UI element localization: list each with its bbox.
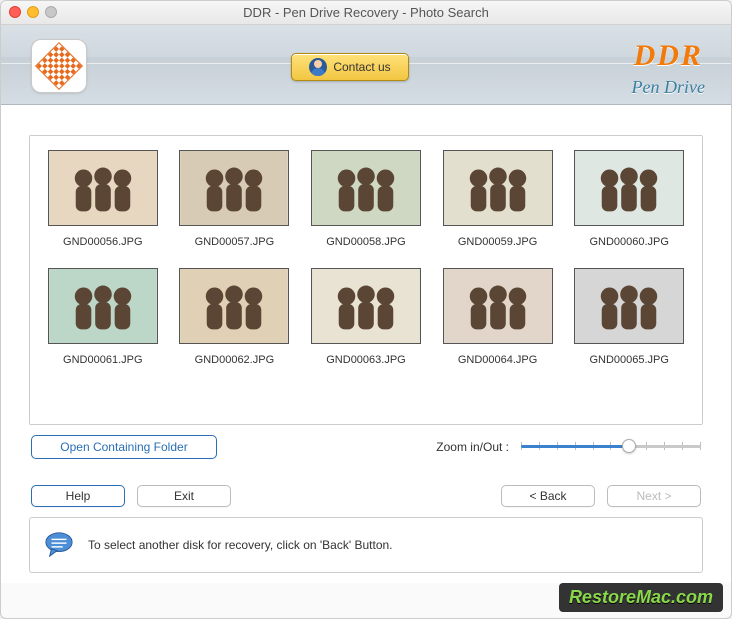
help-button[interactable]: Help [31, 485, 125, 507]
hint-box: To select another disk for recovery, cli… [29, 517, 703, 573]
slider-fill [521, 445, 629, 448]
thumbnail-filename: GND00058.JPG [326, 236, 405, 248]
titlebar: DDR - Pen Drive Recovery - Photo Search [1, 1, 731, 25]
thumbnail-item[interactable]: GND00059.JPG [439, 150, 557, 262]
brand-title: DDR [632, 41, 705, 71]
brand-subtitle: Pen Drive [632, 77, 705, 98]
thumbnail-image[interactable] [443, 268, 553, 344]
thumbnail-filename: GND00057.JPG [195, 236, 274, 248]
thumbnail-item[interactable]: GND00060.JPG [570, 150, 688, 262]
thumbnail-filename: GND00064.JPG [458, 354, 537, 366]
thumbnail-item[interactable]: GND00058.JPG [307, 150, 425, 262]
window-title: DDR - Pen Drive Recovery - Photo Search [243, 5, 489, 20]
thumbnail-image[interactable] [574, 150, 684, 226]
thumbnail-filename: GND00056.JPG [63, 236, 142, 248]
app-logo [31, 39, 87, 93]
thumbnail-filename: GND00062.JPG [195, 354, 274, 366]
minimize-icon[interactable] [27, 6, 39, 18]
back-button[interactable]: < Back [501, 485, 595, 507]
brand-block: DDR Pen Drive [632, 41, 705, 98]
next-button: Next > [607, 485, 701, 507]
open-containing-folder-button[interactable]: Open Containing Folder [31, 435, 217, 459]
content-area: GND00056.JPG GND00057.JPG GND00058.JPG G… [1, 105, 731, 583]
app-window: DDR - Pen Drive Recovery - Photo Search … [0, 0, 732, 619]
help-label: Help [66, 489, 91, 503]
header-band: Contact us DDR Pen Drive [1, 25, 731, 105]
hint-text: To select another disk for recovery, cli… [88, 538, 393, 552]
contact-us-label: Contact us [333, 60, 390, 74]
zoom-row: Open Containing Folder Zoom in/Out : [29, 435, 703, 459]
thumbnail-filename: GND00061.JPG [63, 354, 142, 366]
exit-button[interactable]: Exit [137, 485, 231, 507]
thumbnail-image[interactable] [179, 268, 289, 344]
person-icon [309, 58, 327, 76]
thumbnail-filename: GND00063.JPG [326, 354, 405, 366]
thumbnail-item[interactable]: GND00057.JPG [176, 150, 294, 262]
thumbnail-filename: GND00060.JPG [589, 236, 668, 248]
thumbnail-image[interactable] [443, 150, 553, 226]
nav-button-row: Help Exit < Back Next > [29, 485, 703, 507]
close-icon[interactable] [9, 6, 21, 18]
contact-us-button[interactable]: Contact us [291, 53, 409, 81]
thumbnail-item[interactable]: GND00065.JPG [570, 268, 688, 380]
thumbnail-item[interactable]: GND00064.JPG [439, 268, 557, 380]
exit-label: Exit [174, 489, 194, 503]
watermark: RestoreMac.com [559, 583, 723, 612]
zoom-slider[interactable] [521, 439, 701, 455]
maximize-icon[interactable] [45, 6, 57, 18]
thumbnail-item[interactable]: GND00062.JPG [176, 268, 294, 380]
back-label: < Back [529, 489, 566, 503]
thumbnail-image[interactable] [311, 268, 421, 344]
thumbnail-item[interactable]: GND00063.JPG [307, 268, 425, 380]
thumbnail-image[interactable] [574, 268, 684, 344]
open-folder-label: Open Containing Folder [60, 440, 187, 454]
thumbnail-image[interactable] [179, 150, 289, 226]
thumbnail-grid: GND00056.JPG GND00057.JPG GND00058.JPG G… [44, 150, 688, 380]
thumbnail-filename: GND00065.JPG [589, 354, 668, 366]
slider-thumb-icon[interactable] [622, 439, 636, 453]
zoom-label: Zoom in/Out : [436, 440, 509, 454]
checker-icon [35, 42, 83, 90]
thumbnail-image[interactable] [48, 150, 158, 226]
thumbnail-item[interactable]: GND00056.JPG [44, 150, 162, 262]
thumbnail-filename: GND00059.JPG [458, 236, 537, 248]
chat-bubble-icon [44, 530, 74, 560]
thumbnail-item[interactable]: GND00061.JPG [44, 268, 162, 380]
thumbnail-image[interactable] [311, 150, 421, 226]
thumbnail-frame: GND00056.JPG GND00057.JPG GND00058.JPG G… [29, 135, 703, 425]
thumbnail-image[interactable] [48, 268, 158, 344]
window-controls [9, 6, 57, 18]
next-label: Next > [636, 489, 671, 503]
